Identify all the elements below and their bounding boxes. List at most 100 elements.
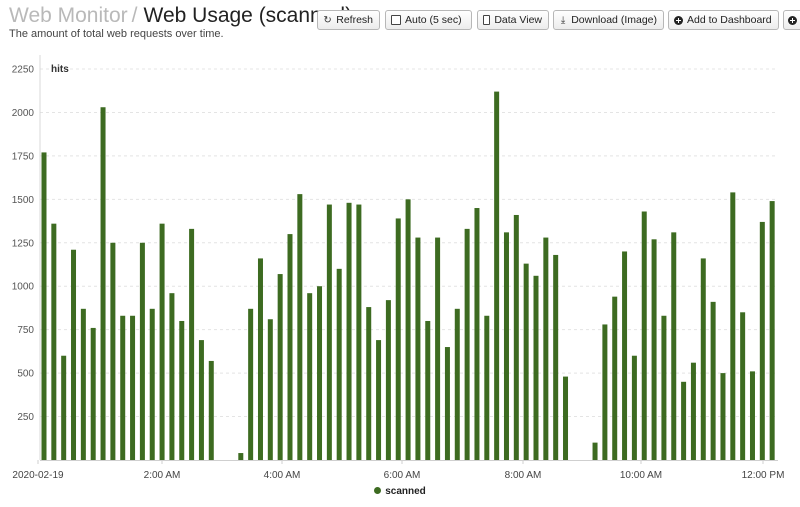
bar[interactable]	[208, 360, 214, 460]
bar[interactable]	[385, 300, 391, 460]
bar[interactable]	[169, 293, 175, 460]
bar[interactable]	[592, 442, 598, 460]
x-tick-label: 2:00 AM	[144, 470, 181, 481]
auto-checkbox[interactable]	[391, 15, 401, 25]
data-view-toggle[interactable]: Data View	[477, 10, 549, 30]
bar[interactable]	[326, 204, 332, 460]
bar[interactable]	[248, 308, 254, 460]
bar[interactable]	[346, 202, 352, 460]
bar[interactable]	[90, 327, 96, 460]
y-axis-title: hits	[51, 64, 69, 75]
page-title: Web Monitor / Web Usage (scanned)	[9, 3, 352, 29]
bar[interactable]	[661, 315, 667, 460]
bar[interactable]	[71, 249, 77, 460]
bar[interactable]	[51, 223, 57, 460]
bar[interactable]	[759, 221, 765, 460]
bar[interactable]	[700, 258, 706, 460]
y-tick-label: 750	[17, 325, 34, 336]
bar[interactable]	[307, 293, 313, 460]
refresh-icon: ↻	[323, 14, 332, 26]
bar[interactable]	[425, 320, 431, 460]
bar[interactable]	[769, 201, 775, 460]
x-tick-label: 8:00 AM	[505, 470, 542, 481]
bar[interactable]	[120, 315, 126, 460]
bar[interactable]	[297, 194, 303, 460]
bar[interactable]	[198, 340, 204, 460]
bar[interactable]	[710, 301, 716, 460]
bar[interactable]	[651, 239, 657, 460]
bar[interactable]	[61, 355, 67, 460]
data-view-checkbox[interactable]	[483, 15, 491, 25]
bar[interactable]	[749, 371, 755, 460]
bar[interactable]	[80, 308, 86, 460]
bar[interactable]	[730, 192, 736, 461]
bar[interactable]	[287, 234, 293, 460]
bar[interactable]	[317, 286, 323, 460]
bar[interactable]	[415, 237, 421, 460]
breadcrumb-parent[interactable]: Web Monitor	[9, 4, 128, 27]
bar[interactable]	[454, 308, 460, 460]
chart-legend[interactable]: scanned	[0, 486, 800, 497]
refresh-label: Refresh	[336, 14, 373, 26]
bar[interactable]	[720, 373, 726, 460]
bar[interactable]	[553, 254, 559, 460]
bar[interactable]	[690, 362, 696, 460]
bar[interactable]	[681, 381, 687, 460]
bar[interactable]	[513, 214, 519, 460]
bar[interactable]	[494, 91, 500, 460]
bar[interactable]	[41, 152, 47, 460]
x-tick-label: 12:00 PM	[742, 470, 785, 481]
bar[interactable]	[110, 242, 116, 460]
more-button[interactable]	[783, 10, 800, 30]
bar[interactable]	[671, 232, 677, 460]
add-to-dashboard-button[interactable]: Add to Dashboard	[668, 10, 779, 30]
page-header: Web Monitor / Web Usage (scanned) The amou…	[0, 0, 800, 44]
bar[interactable]	[523, 263, 529, 460]
bar[interactable]	[277, 274, 283, 460]
download-icon: ⤓	[560, 14, 566, 26]
bar[interactable]	[435, 237, 441, 460]
auto-label: Auto (5 sec)	[405, 14, 462, 26]
bar[interactable]	[631, 355, 637, 460]
refresh-button[interactable]: ↻ Refresh	[317, 10, 380, 30]
bar[interactable]	[376, 340, 382, 460]
bar[interactable]	[602, 324, 608, 460]
y-tick-label: 2250	[12, 65, 35, 76]
download-image-button[interactable]: ⤓ Download (Image)	[553, 10, 664, 30]
auto-refresh-toggle[interactable]: Auto (5 sec)	[385, 10, 472, 30]
bar[interactable]	[336, 268, 342, 460]
bar[interactable]	[267, 319, 273, 460]
bar[interactable]	[159, 223, 165, 460]
page-subtitle: The amount of total web requests over ti…	[9, 28, 224, 40]
bar[interactable]	[149, 308, 155, 460]
bar[interactable]	[563, 376, 569, 460]
bar[interactable]	[622, 251, 628, 460]
bar[interactable]	[189, 228, 195, 460]
bar[interactable]	[740, 312, 746, 460]
bar[interactable]	[444, 347, 450, 460]
bar[interactable]	[612, 296, 618, 460]
bar[interactable]	[100, 107, 106, 460]
bar[interactable]	[484, 315, 490, 460]
bar[interactable]	[395, 218, 401, 460]
bar[interactable]	[405, 199, 411, 461]
bar[interactable]	[464, 228, 470, 460]
bar[interactable]	[543, 237, 549, 460]
bar[interactable]	[366, 307, 372, 460]
x-tick-label: 6:00 AM	[384, 470, 421, 481]
bar[interactable]	[503, 232, 509, 460]
bar[interactable]	[130, 315, 136, 460]
bar[interactable]	[533, 275, 539, 460]
legend-marker	[374, 487, 382, 494]
breadcrumb-separator: /	[131, 4, 138, 27]
y-tick-label: 500	[17, 369, 34, 380]
legend-label: scanned	[385, 486, 426, 497]
bar[interactable]	[474, 208, 480, 460]
bar[interactable]	[641, 211, 647, 460]
bar[interactable]	[257, 258, 263, 460]
bar[interactable]	[179, 320, 185, 460]
y-tick-label: 1500	[12, 195, 35, 206]
bar[interactable]	[139, 242, 145, 460]
bar[interactable]	[356, 204, 362, 460]
bar[interactable]	[238, 453, 244, 460]
